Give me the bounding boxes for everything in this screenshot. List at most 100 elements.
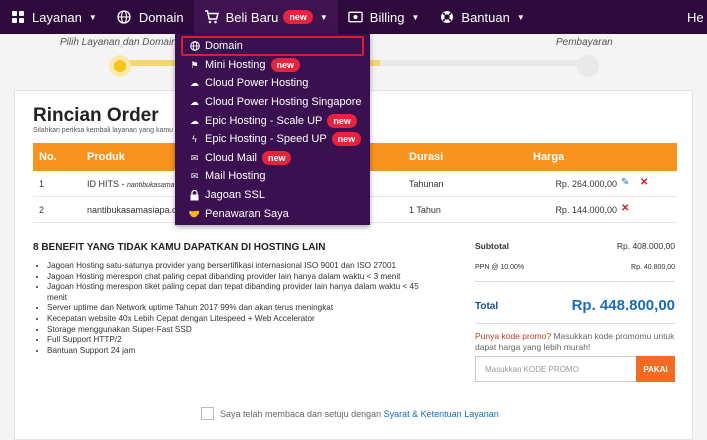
handshake-icon: 🤝 [188, 208, 201, 219]
menu-item-label: Epic Hosting - Scale UP [205, 115, 323, 127]
chevron-down-icon: ▼ [516, 12, 525, 22]
menu-item-label: Domain [205, 40, 243, 52]
row-no: 1 [39, 179, 45, 189]
flag-icon: ⚑ [190, 59, 199, 70]
new-badge: new [331, 132, 362, 146]
benefits-list: Jagoan Hosting satu-satunya provider yan… [47, 261, 422, 356]
chevron-down-icon: ▼ [88, 12, 97, 22]
subtotal-value: Rp. 408.000,00 [616, 241, 675, 251]
menu-item-jagoan-ssl[interactable]: Jagoan SSL [181, 185, 364, 205]
row-duration: 1 Tahun [409, 205, 441, 215]
nav-billing[interactable]: Billing ▼ [338, 0, 430, 34]
new-badge: new [261, 151, 292, 165]
list-item: Server uptime dan Network uptime Tahun 2… [47, 303, 422, 314]
row-product: ID HITS - nantibukasama [87, 179, 175, 189]
nav-bantuan[interactable]: Bantuan ▼ [429, 0, 534, 34]
menu-item-mail-hosting[interactable]: ✉ Mail Hosting [181, 166, 364, 186]
tos-link[interactable]: Syarat & Ketentuan Layanan [384, 409, 499, 419]
menu-item-label: Jagoan SSL [205, 189, 265, 201]
new-badge: new [270, 58, 301, 72]
col-harga: Harga [533, 151, 565, 163]
benefits-title: 8 BENEFIT YANG TIDAK KAMU DAPATKAN DI HO… [33, 242, 326, 253]
row-price: Rp. 144.000,00 [555, 205, 617, 215]
page-subtitle: Silahkan periksa kembali layanan yang ka… [33, 127, 174, 134]
lock-icon [189, 189, 200, 201]
list-item: Jagoan Hosting merespon chat paling cepa… [47, 272, 422, 283]
menu-item-epic-speed-up[interactable]: ϟ Epic Hosting - Speed UP new [181, 129, 364, 149]
globe-icon [189, 41, 200, 52]
row-price: Rp. 264.000,00 [555, 179, 617, 189]
menu-item-epic-scale-up[interactable]: ☁ Epic Hosting - Scale UP new [181, 111, 364, 131]
nav-label: Layanan [32, 9, 82, 25]
list-item: Jagoan Hosting merespon tiket paling cep… [47, 282, 422, 303]
menu-item-label: Cloud Power Hosting Singapore [205, 96, 362, 108]
chevron-down-icon: ▼ [319, 12, 328, 22]
nav-layanan[interactable]: Layanan ▼ [0, 0, 107, 34]
menu-item-penawaran-saya[interactable]: 🤝 Penawaran Saya [181, 204, 364, 224]
row-no: 2 [39, 205, 45, 215]
tos-checkbox[interactable] [201, 407, 214, 420]
new-badge: new [283, 10, 313, 24]
total-value: Rp. 448.800,00 [571, 297, 675, 314]
nav-domain[interactable]: Domain [107, 0, 194, 34]
delete-icon[interactable]: ✕ [640, 177, 648, 188]
divider [475, 323, 675, 324]
nav-label: Billing [369, 9, 405, 25]
divider [475, 281, 675, 282]
menu-item-mini-hosting[interactable]: ⚑ Mini Hosting new [181, 55, 364, 75]
list-item: Full Support HTTP/2 [47, 335, 422, 346]
menu-item-label: Cloud Mail [205, 152, 257, 164]
tos-agreement: Saya telah membaca dan setuju dengan Sya… [201, 407, 499, 420]
nav-label: Beli Baru [225, 9, 279, 25]
menu-item-cloud-power-hosting[interactable]: ☁ Cloud Power Hosting [181, 73, 364, 93]
menu-item-label: Mail Hosting [205, 170, 266, 182]
cloud-upload-icon: ☁ [190, 115, 199, 126]
nav-user-menu[interactable]: He [683, 0, 707, 34]
step-pembayaran-label: Pembayaran [556, 37, 613, 48]
cloud-icon: ☁ [190, 96, 199, 107]
step-1-dot [114, 60, 126, 72]
total-label: Total [475, 301, 499, 312]
cart-icon [204, 10, 219, 25]
edit-icon[interactable]: ✎ [621, 177, 629, 188]
chevron-down-icon: ▼ [411, 12, 420, 22]
beli-baru-dropdown: Domain ⚑ Mini Hosting new ☁ Cloud Power … [175, 34, 370, 225]
menu-item-domain[interactable]: Domain [181, 36, 364, 56]
subtotal-label: Subtotal [475, 241, 509, 251]
ppn-value: Rp. 40.800,00 [631, 264, 675, 271]
promo-text: Punya kode promo? Masukkan kode promomu … [475, 331, 675, 353]
list-item: Jagoan Hosting satu-satunya provider yan… [47, 261, 422, 272]
nav-label: Bantuan [461, 9, 510, 25]
col-durasi: Durasi [409, 151, 444, 163]
nav-beli-baru[interactable]: Beli Baru new ▼ [193, 0, 338, 34]
menu-item-label: Mini Hosting [205, 59, 266, 71]
menu-item-label: Penawaran Saya [205, 208, 289, 220]
row-duration: Tahunan [409, 179, 444, 189]
col-produk: Produk [87, 151, 125, 163]
billing-icon [348, 10, 363, 25]
nav-label: Domain [138, 9, 184, 25]
globe-icon [117, 10, 132, 25]
menu-item-cloud-mail[interactable]: ✉ Cloud Mail new [181, 148, 364, 168]
ppn-label: PPN @ 10.00% [475, 264, 525, 271]
apply-promo-button[interactable]: PAKAI [636, 356, 675, 382]
grid-icon [10, 10, 25, 25]
envelope-icon: ✉ [190, 152, 199, 163]
menu-item-label: Epic Hosting - Speed UP [205, 133, 327, 145]
cloud-icon: ☁ [190, 77, 199, 88]
col-no: No. [39, 151, 57, 163]
row-product: nantibukasamasiapa.c [87, 205, 177, 215]
promo-code-input[interactable] [475, 356, 637, 382]
menu-item-label: Cloud Power Hosting [205, 77, 309, 89]
promo-question: Punya kode promo? [475, 331, 552, 341]
step-3-marker [577, 55, 599, 77]
list-item: Kecepatan website 40x Lebih Cepat dengan… [47, 314, 422, 325]
menu-item-cloud-power-hosting-sg[interactable]: ☁ Cloud Power Hosting Singapore [181, 92, 364, 112]
bolt-icon: ϟ [192, 134, 197, 144]
nav-user-label: He [687, 9, 704, 25]
step-pilih-layanan-label: Pilih Layanan dan Domain [60, 37, 177, 48]
new-badge: new [327, 114, 357, 128]
lifebuoy-icon [439, 10, 454, 25]
page-title: Rincian Order [33, 105, 159, 126]
delete-icon[interactable]: ✕ [621, 203, 629, 214]
